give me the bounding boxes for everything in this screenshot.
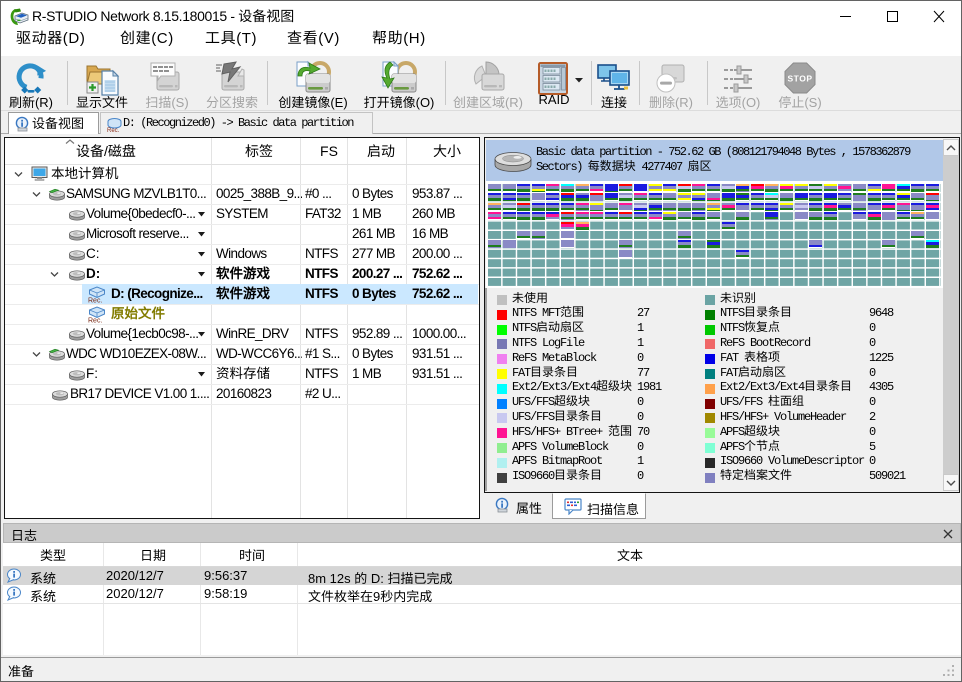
svg-text:Rec.: Rec. — [88, 298, 102, 304]
svg-text:Rec.: Rec. — [88, 318, 102, 324]
svg-text:STOP: STOP — [788, 74, 813, 84]
svg-text:Rec.: Rec. — [107, 128, 120, 133]
